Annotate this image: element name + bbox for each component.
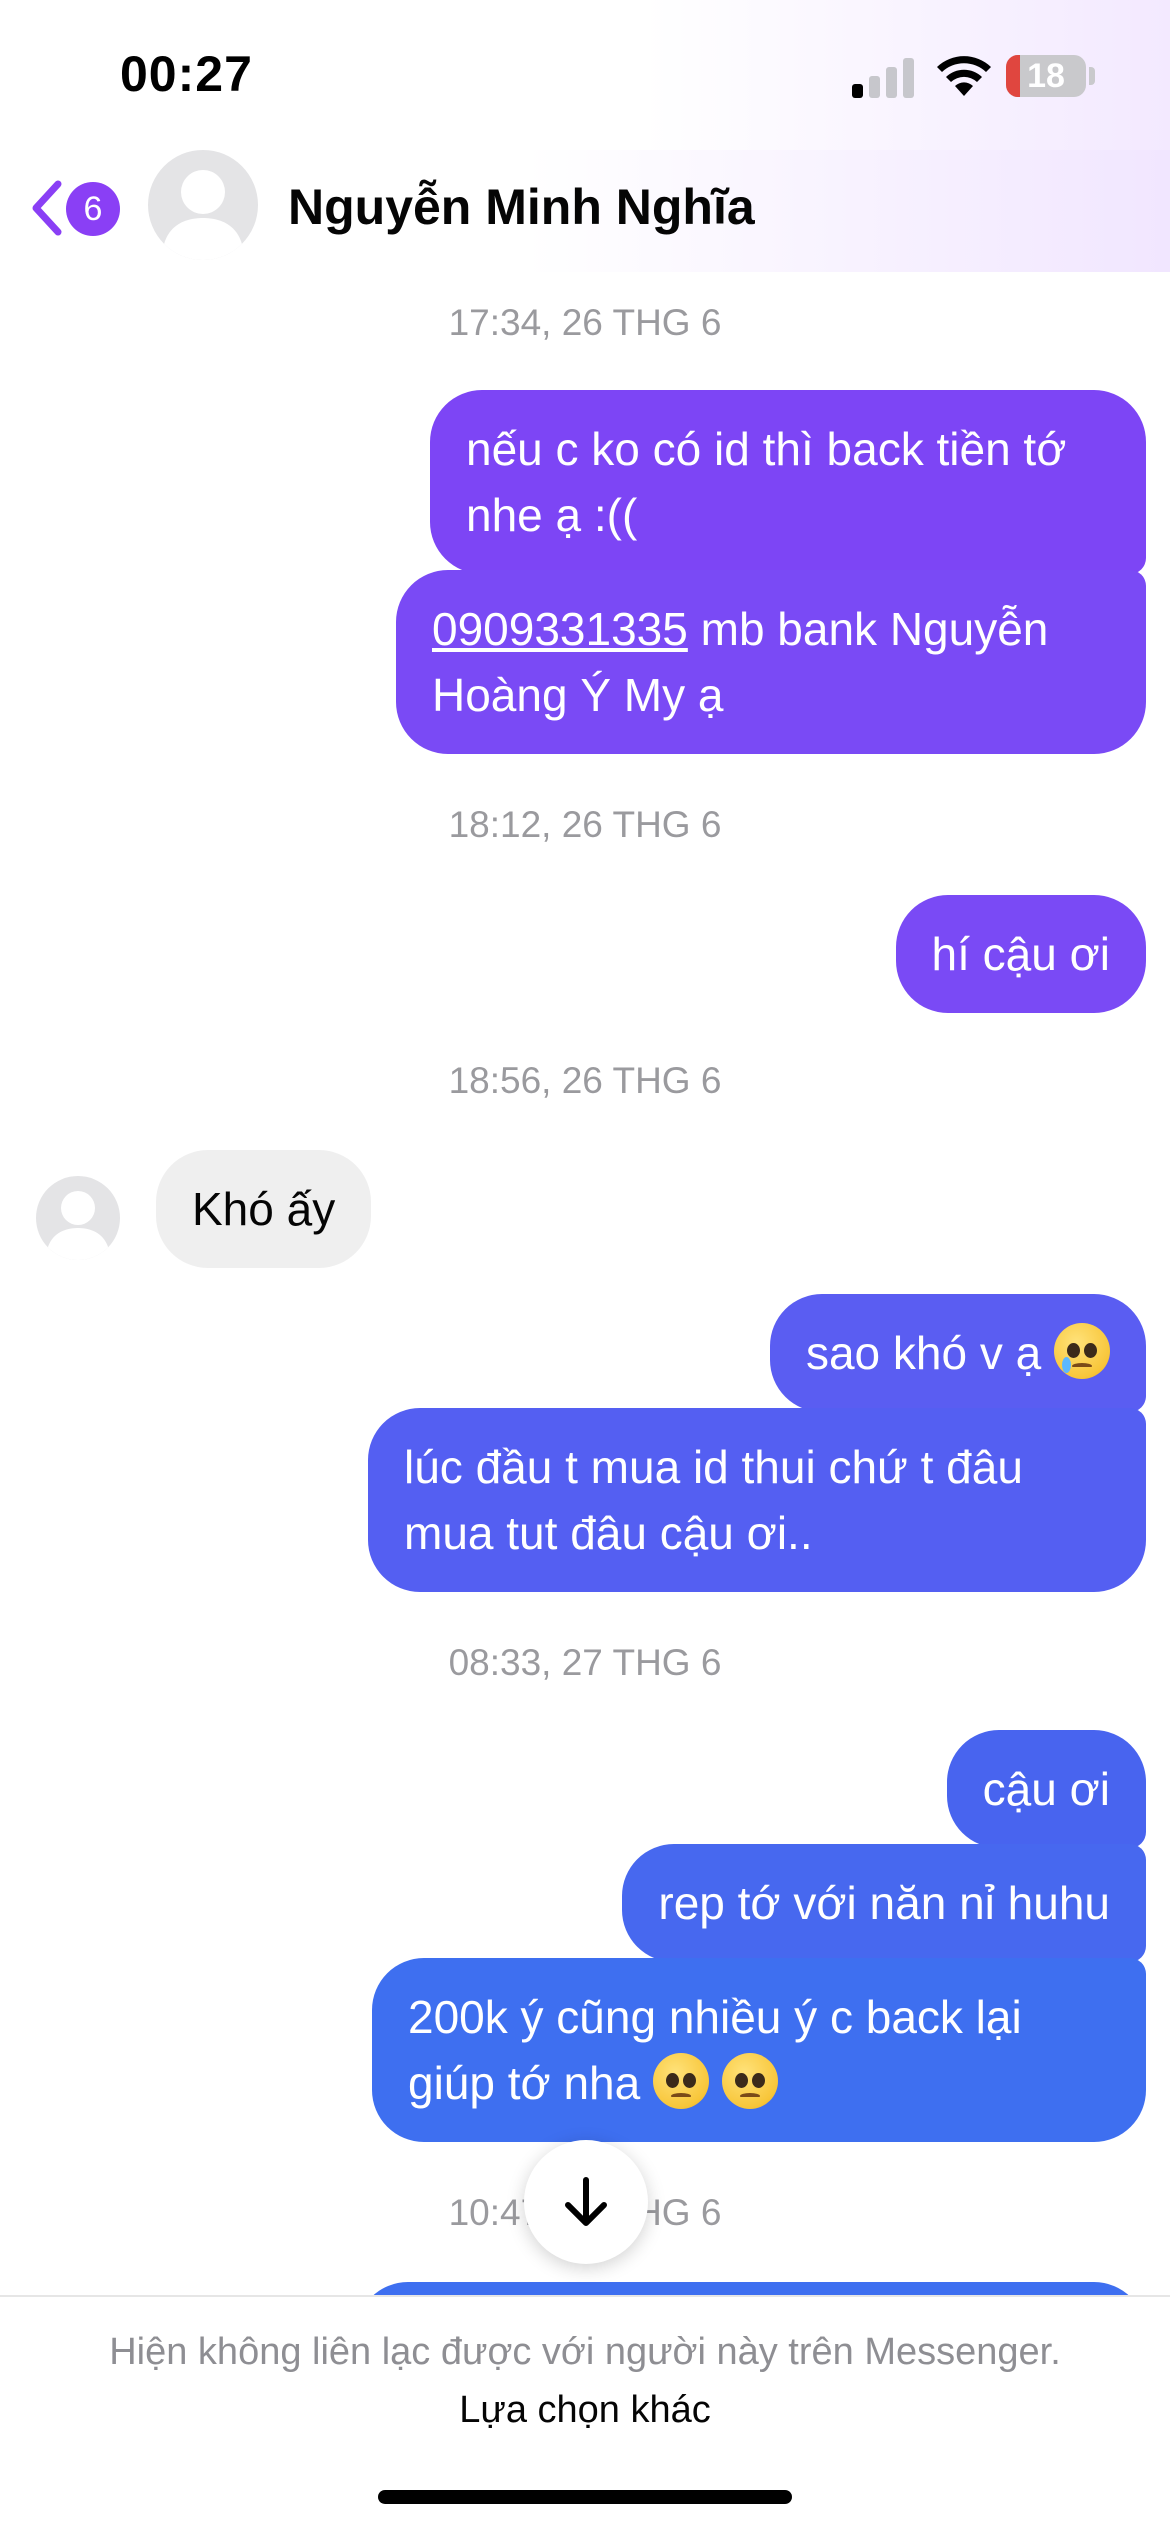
outgoing-message[interactable]: 200k ý cũng nhiều ý c back lại giúp tớ n…: [372, 1958, 1146, 2142]
notice-text: Hiện không liên lạc được với người này t…: [109, 2331, 1061, 2373]
outgoing-message[interactable]: lúc đầu t mua id thui chứ t đâu mua tut …: [368, 1408, 1146, 1592]
message-text: nếu c ko có id thì back tiền tớ nhe ạ :(…: [466, 423, 1067, 541]
battery-percentage: 18: [1027, 57, 1065, 95]
message-text: sao khó v ạ: [805, 1327, 1042, 1379]
default-avatar-icon: [162, 170, 244, 260]
contact-name[interactable]: Nguyễn Minh Nghĩa: [288, 178, 755, 236]
status-bar: 00:27 18: [0, 0, 1170, 150]
message-text: Khó ấy: [192, 1183, 336, 1235]
outgoing-message[interactable]: 0909331335 mb bank Nguyễn Hoàng Ý My ạ: [396, 570, 1146, 754]
message-text: hí cậu ơi: [931, 928, 1110, 980]
default-avatar-icon: [46, 1191, 110, 1260]
message-timestamp: 18:12, 26 THG 6: [448, 804, 722, 845]
battery-icon: 18: [1006, 55, 1086, 97]
message-timestamp: 08:33, 27 THG 6: [448, 1642, 722, 1683]
message-text: cậu ơi: [982, 1763, 1110, 1815]
unread-count-badge: 6: [66, 182, 120, 236]
crying-face-emoji: [1054, 1323, 1110, 1379]
message-timestamp: 18:56, 26 THG 6: [448, 1060, 722, 1101]
outgoing-message[interactable]: cậu ơi: [946, 1730, 1146, 1848]
back-button[interactable]: 6: [20, 170, 130, 246]
battery-cap: [1089, 67, 1095, 85]
message-text: 200k ý cũng nhiều ý c back lại: [408, 1991, 1022, 2043]
message-text: lúc đầu t mua id thui chứ t đâu mua tut …: [404, 1441, 1023, 1559]
outgoing-message[interactable]: sao khó v ạ: [769, 1294, 1146, 1412]
message-text: rep tớ với năn nỉ huhu: [658, 1877, 1110, 1929]
outgoing-message[interactable]: hí cậu ơi: [895, 895, 1146, 1013]
message-timestamp: 17:34, 26 THG 6: [448, 302, 722, 343]
pleading-face-emoji: [721, 2053, 778, 2109]
other-options-link[interactable]: Lựa chọn khác: [459, 2389, 711, 2431]
contact-avatar[interactable]: [148, 150, 258, 260]
scroll-to-bottom-button[interactable]: [524, 2140, 648, 2264]
phone-number-link[interactable]: 0909331335: [432, 603, 688, 655]
chevron-left-icon: [32, 180, 62, 236]
wifi-icon: [937, 56, 991, 96]
home-indicator[interactable]: [378, 2490, 792, 2504]
outgoing-message[interactable]: rep tớ với năn nỉ huhu: [622, 1844, 1146, 1962]
sender-avatar[interactable]: [36, 1176, 120, 1260]
incoming-message[interactable]: Khó ấy: [156, 1150, 372, 1268]
arrow-down-icon: [565, 2177, 607, 2226]
message-text: giúp tớ nha: [408, 2057, 641, 2109]
pleading-face-emoji: [653, 2053, 710, 2109]
outgoing-message[interactable]: nếu c ko có id thì back tiền tớ nhe ạ :(…: [430, 390, 1146, 574]
cellular-signal-icon: [852, 56, 916, 98]
notice-text-block: Hiện không liên lạc được với người này t…: [90, 2323, 1080, 2439]
chat-header: 6 Nguyễn Minh Nghĩa: [0, 150, 1170, 272]
status-time: 00:27: [120, 46, 253, 102]
